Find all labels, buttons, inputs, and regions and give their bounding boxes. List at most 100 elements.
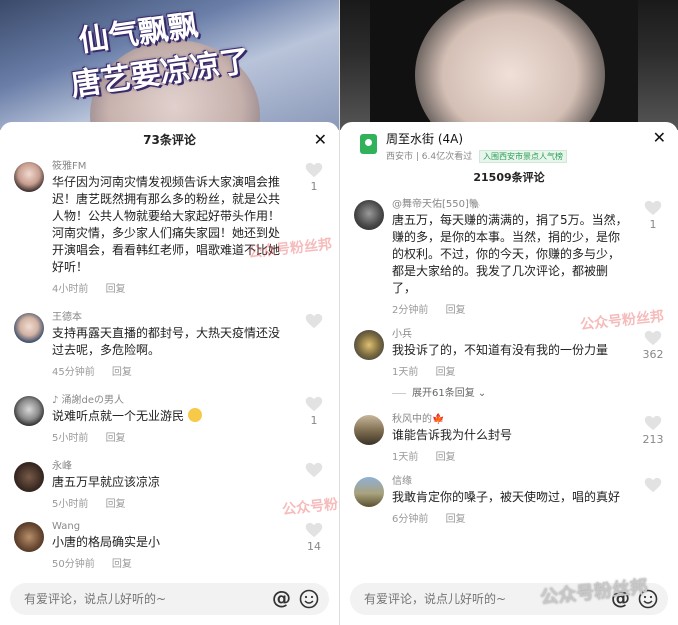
at-icon[interactable]: @ bbox=[272, 587, 291, 609]
avatar[interactable] bbox=[354, 200, 384, 230]
comment-text: 小唐的格局确实是小 bbox=[52, 535, 161, 549]
at-icon[interactable]: @ bbox=[611, 587, 630, 609]
reply-button[interactable]: 回复 bbox=[106, 284, 126, 295]
comment-text-value: 说难听点就一个无业游民 bbox=[52, 409, 185, 423]
heart-icon bbox=[644, 477, 662, 493]
like-button[interactable] bbox=[642, 477, 664, 495]
heart-icon bbox=[305, 313, 323, 329]
comment-meta: 1天前 回复 bbox=[392, 448, 630, 463]
like-count: 1 bbox=[310, 414, 318, 427]
location-card[interactable]: 周至水街 (4A) 西安市 | 6.4亿次看过 入围西安市景点人气榜 ✕ bbox=[340, 122, 678, 170]
comment-username[interactable]: 信缘 bbox=[392, 475, 630, 488]
comment-username[interactable]: 王德本 bbox=[52, 311, 291, 324]
comment-username[interactable]: Wang bbox=[52, 520, 291, 533]
comment-text: 唐五万，每天赚的满满的，捐了5万。当然，赚的多，是你的本事。当然，捐的少，是你的… bbox=[392, 213, 628, 295]
avatar[interactable] bbox=[354, 415, 384, 445]
video-face-image bbox=[415, 0, 605, 130]
comment-item: 筱雅FM 华仔因为河南灾情发视频告诉大家演唱会推迟！唐艺既然拥有那么多的粉丝，就… bbox=[0, 160, 339, 295]
comment-item: Wang 小唐的格局确实是小 50分钟前 回复 14 bbox=[0, 520, 339, 570]
like-count: 14 bbox=[307, 540, 321, 553]
ranking-badge[interactable]: 入围西安市景点人气榜 bbox=[479, 150, 567, 163]
comment-text: 我投诉了的，不知道有没有我的一份力量 bbox=[392, 343, 609, 357]
comment-input[interactable] bbox=[364, 583, 564, 615]
avatar[interactable] bbox=[14, 313, 44, 343]
location-views: 6.4亿次看过 bbox=[421, 152, 473, 162]
reply-button[interactable]: 回复 bbox=[446, 514, 466, 525]
like-count: 1 bbox=[649, 218, 657, 231]
comment-item: 信缘 我敢肯定你的嗓子，被天使吻过，唱的真好 6分钟前 回复 bbox=[340, 475, 678, 525]
comment-username[interactable]: ♪ 涌謝deの男人 bbox=[52, 394, 291, 407]
location-pin-icon bbox=[360, 134, 377, 154]
comment-meta: 5小时前 回复 bbox=[52, 429, 291, 444]
like-button[interactable]: 14 bbox=[303, 522, 325, 553]
location-subtitle: 西安市 | 6.4亿次看过 入围西安市景点人气榜 bbox=[386, 149, 678, 163]
smiley-icon[interactable] bbox=[299, 589, 319, 609]
reply-button[interactable]: 回复 bbox=[436, 452, 456, 463]
comment-count-title: 21509条评论 bbox=[473, 171, 545, 184]
comment-time: 45分钟前 bbox=[52, 367, 95, 378]
comment-item: 秋风中的🍁 谁能告诉我为什么封号 1天前 回复 213 bbox=[340, 413, 678, 463]
reply-button[interactable]: 回复 bbox=[446, 305, 466, 316]
comment-username[interactable]: 永峰 bbox=[52, 460, 291, 473]
like-button[interactable] bbox=[303, 462, 325, 480]
heart-icon bbox=[305, 462, 323, 478]
comment-meta: 5小时前 回复 bbox=[52, 495, 291, 510]
comment-username[interactable]: 秋风中的🍁 bbox=[392, 413, 630, 426]
comment-sheet: 周至水街 (4A) 西安市 | 6.4亿次看过 入围西安市景点人气榜 ✕ 215… bbox=[340, 122, 678, 625]
comment-text: 说难听点就一个无业游民 bbox=[52, 408, 291, 425]
comment-time: 1天前 bbox=[392, 367, 419, 378]
comment-text: 唐五万早就应该凉凉 bbox=[52, 475, 161, 489]
comment-time: 2分钟前 bbox=[392, 305, 429, 316]
heart-icon bbox=[305, 162, 323, 178]
avatar[interactable] bbox=[14, 522, 44, 552]
comment-input[interactable] bbox=[24, 583, 224, 615]
like-button[interactable]: 1 bbox=[303, 162, 325, 193]
comment-text: 我敢肯定你的嗓子，被天使吻过，唱的真好 bbox=[392, 490, 621, 504]
comment-text: 华仔因为河南灾情发视频告诉大家演唱会推迟！唐艺既然拥有那么多的粉丝，就是公共人物… bbox=[52, 175, 281, 274]
heart-icon bbox=[644, 330, 662, 346]
comment-time: 6分钟前 bbox=[392, 514, 429, 525]
comment-time: 5小时前 bbox=[52, 499, 89, 510]
like-count: 213 bbox=[642, 433, 664, 446]
comment-sheet: 73条评论 ✕ 筱雅FM 华仔因为河南灾情发视频告诉大家演唱会推迟！唐艺既然拥有… bbox=[0, 122, 339, 625]
avatar[interactable] bbox=[354, 477, 384, 507]
close-icon[interactable]: ✕ bbox=[653, 130, 666, 146]
reply-button[interactable]: 回复 bbox=[106, 499, 126, 510]
comment-time: 5小时前 bbox=[52, 433, 89, 444]
avatar[interactable] bbox=[354, 330, 384, 360]
comment-item: @舞帝天佑[550]🐘 唐五万，每天赚的满满的，捐了5万。当然，赚的多，是你的本… bbox=[340, 198, 678, 316]
avatar[interactable] bbox=[14, 162, 44, 192]
comment-input-bar: @ bbox=[10, 583, 329, 615]
comment-meta: 50分钟前 回复 bbox=[52, 555, 291, 570]
like-button[interactable]: 213 bbox=[642, 415, 664, 446]
reply-button[interactable]: 回复 bbox=[106, 433, 126, 444]
close-icon[interactable]: ✕ bbox=[314, 122, 327, 158]
comment-time: 50分钟前 bbox=[52, 559, 95, 570]
comment-username[interactable]: @舞帝天佑[550]🐘 bbox=[392, 198, 630, 211]
comment-item: 永峰 唐五万早就应该凉凉 5小时前 回复 bbox=[0, 460, 339, 510]
reply-button[interactable]: 回复 bbox=[436, 367, 456, 378]
like-button[interactable]: 1 bbox=[642, 200, 664, 231]
comment-sheet-header: 73条评论 ✕ bbox=[0, 122, 339, 158]
comment-username[interactable]: 小兵 bbox=[392, 328, 630, 341]
comment-meta: 2分钟前 回复 bbox=[392, 301, 630, 316]
expand-replies-button[interactable]: 展开61条回复 ⌄ bbox=[340, 384, 678, 399]
reply-button[interactable]: 回复 bbox=[112, 367, 132, 378]
avatar[interactable] bbox=[14, 396, 44, 426]
reply-button[interactable]: 回复 bbox=[112, 559, 132, 570]
like-button[interactable]: 1 bbox=[303, 396, 325, 427]
avatar[interactable] bbox=[14, 462, 44, 492]
like-button[interactable] bbox=[303, 313, 325, 331]
like-count: 362 bbox=[642, 348, 664, 361]
video-background: 仙气飘飘 唐艺要凉凉了 bbox=[0, 0, 339, 130]
comment-text: 支持再露天直播的都封号，大热天疫情还没过去呢，多危险啊。 bbox=[52, 326, 281, 357]
like-button[interactable]: 362 bbox=[642, 330, 664, 361]
heart-icon bbox=[305, 522, 323, 538]
heart-icon bbox=[644, 200, 662, 216]
comment-username[interactable]: 筱雅FM bbox=[52, 160, 291, 173]
smiley-icon[interactable] bbox=[638, 589, 658, 609]
left-comment-panel: 仙气飘飘 唐艺要凉凉了 73条评论 ✕ 筱雅FM 华仔因为河南灾情发视频告诉大家… bbox=[0, 0, 339, 625]
comment-meta: 6分钟前 回复 bbox=[392, 510, 630, 525]
comment-item: 王德本 支持再露天直播的都封号，大热天疫情还没过去呢，多危险啊。 45分钟前 回… bbox=[0, 311, 339, 378]
embarrassed-emoji-icon bbox=[187, 408, 202, 422]
